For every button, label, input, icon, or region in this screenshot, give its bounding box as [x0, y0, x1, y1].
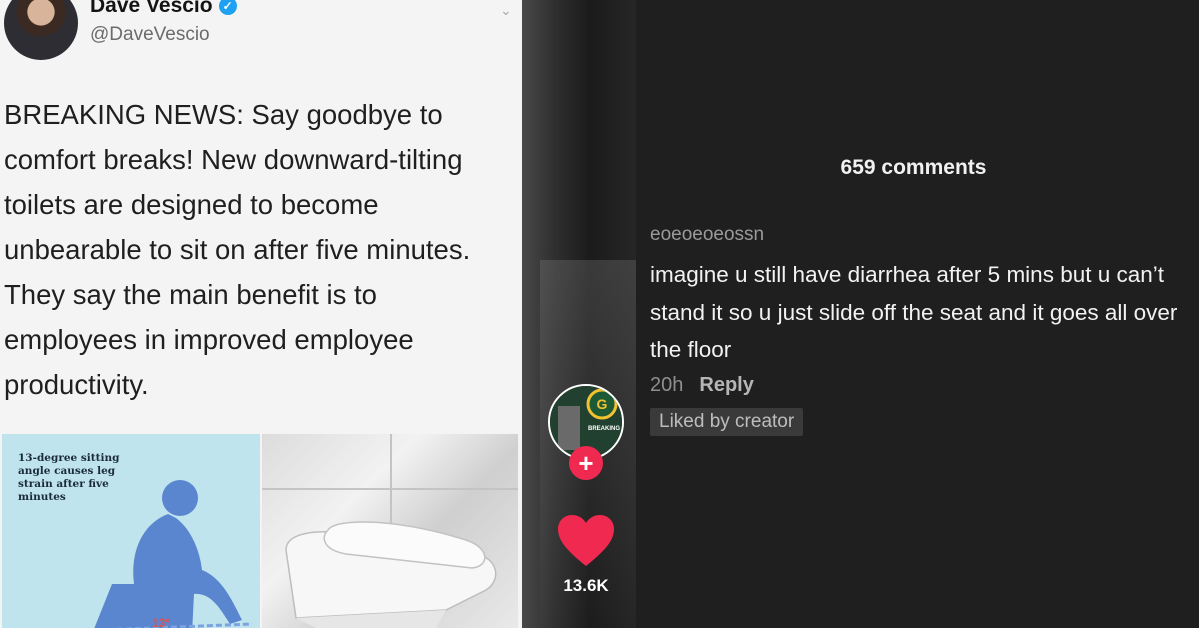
comment-time: 20h: [650, 374, 684, 396]
video-frame[interactable]: Dave Vescio ✓ @DaveVescio ⌄ BREAKING NEW…: [0, 0, 636, 628]
infographic-angle-label: 13°: [152, 616, 171, 628]
comment-username[interactable]: eoeoeoeossn: [650, 224, 764, 246]
reply-button[interactable]: Reply: [699, 374, 753, 397]
tweet-card: Dave Vescio ✓ @DaveVescio ⌄ BREAKING NEW…: [0, 0, 522, 628]
heart-icon[interactable]: [556, 514, 616, 568]
comment-text: imagine u still have diarrhea after 5 mi…: [650, 262, 1178, 362]
comments-count: 659 comments: [840, 156, 987, 179]
sitting-person-silhouette: [94, 480, 252, 628]
chevron-down-icon: ⌄: [500, 2, 512, 18]
creator-avatar-badge: BREAKING: [588, 426, 620, 432]
like-count: 13.6K: [563, 576, 609, 595]
screen: Dave Vescio ✓ @DaveVescio ⌄ BREAKING NEW…: [0, 0, 1199, 628]
tweet-infographic: 13-degree sitting angle causes leg strai…: [2, 434, 260, 628]
tweet-avatar: [4, 0, 78, 60]
comments-panel: 659 comments eoeoeoeossn imagine u still…: [636, 0, 1199, 628]
liked-by-creator-badge: Liked by creator: [650, 408, 804, 436]
tweet-handle: @DaveVescio: [90, 24, 210, 45]
tweet-author-row: Dave Vescio ✓: [90, 0, 237, 18]
follow-plus-button[interactable]: +: [569, 446, 603, 480]
tweet-toilet-photo: [262, 434, 518, 628]
tweet-author-name: Dave Vescio: [90, 0, 213, 17]
tweet-text: BREAKING NEWS: Say goodbye to comfort br…: [4, 99, 471, 400]
toilet-image: [285, 521, 497, 628]
svg-text:G: G: [597, 396, 608, 412]
comment-meta: 20h Reply: [650, 374, 754, 397]
tile-seam: [262, 488, 518, 490]
verified-icon: ✓: [218, 0, 237, 15]
